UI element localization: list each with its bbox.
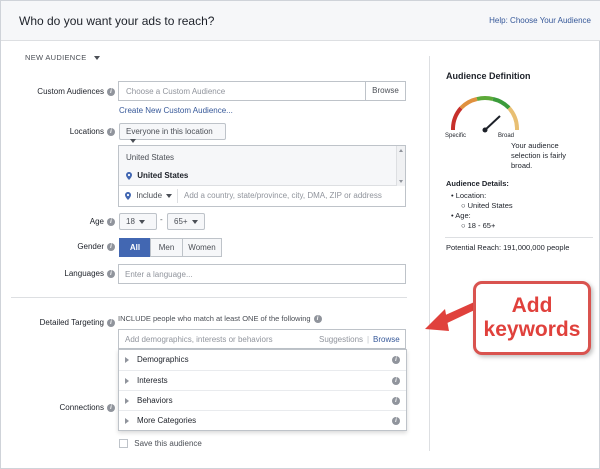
- section-divider: [11, 297, 407, 298]
- chevron-down-icon: [191, 219, 198, 224]
- detail-age-value: ○ 18 - 65+: [461, 221, 496, 230]
- column-divider: [429, 56, 430, 451]
- definition-description: Your audience selection is fairly broad.: [511, 141, 567, 170]
- info-icon[interactable]: i: [107, 242, 115, 251]
- age-max-dropdown[interactable]: 65+: [167, 213, 205, 230]
- panel-header: Who do you want your ads to reach? Help:…: [1, 1, 600, 41]
- caret-right-icon: [125, 357, 129, 363]
- info-icon[interactable]: i: [107, 403, 115, 412]
- gender-women-button[interactable]: Women: [182, 238, 222, 257]
- include-divider: [177, 189, 178, 203]
- detailed-targeting-input[interactable]: Add demographics, interests or behaviors…: [118, 329, 406, 349]
- suggestions-link[interactable]: Suggestions: [319, 335, 363, 344]
- caret-right-icon: [125, 378, 129, 384]
- detail-age: • Age:: [451, 211, 471, 220]
- location-scrollbar[interactable]: [396, 146, 405, 186]
- info-icon[interactable]: i: [392, 356, 400, 364]
- category-more[interactable]: More Categories i: [119, 410, 406, 430]
- include-rule-text: INCLUDE people who match at least ONE of…: [118, 314, 322, 324]
- info-icon[interactable]: i: [392, 377, 400, 385]
- age-label: Age i: [5, 217, 115, 226]
- checkbox-icon[interactable]: [119, 439, 128, 449]
- custom-audiences-label: Custom Audiences i: [5, 87, 115, 96]
- location-type-dropdown[interactable]: Everyone in this location: [119, 123, 226, 143]
- detail-location-value: ○ United States: [461, 201, 513, 210]
- detailed-targeting-browse-link[interactable]: Browse: [373, 335, 400, 344]
- location-search-input[interactable]: Add a country, state/province, city, DMA…: [184, 191, 382, 200]
- info-icon[interactable]: i: [107, 269, 115, 278]
- callout-line-1: Add: [511, 294, 553, 317]
- chevron-down-icon: [138, 219, 145, 224]
- info-icon[interactable]: i: [107, 87, 115, 96]
- location-country-header: United States: [126, 153, 175, 162]
- language-input[interactable]: Enter a language...: [118, 264, 406, 284]
- audience-details-list: • Location: ○ United States • Age: ○ 18 …: [451, 191, 513, 231]
- scroll-down-icon[interactable]: [399, 180, 403, 183]
- info-icon[interactable]: i: [107, 127, 115, 136]
- info-icon[interactable]: i: [107, 217, 115, 226]
- scroll-up-icon[interactable]: [399, 149, 403, 152]
- chevron-down-icon: [166, 193, 173, 198]
- detailed-targeting-label: Detailed Targeting i: [5, 318, 115, 327]
- location-list: United States United States: [119, 146, 396, 186]
- caret-right-icon: [125, 418, 129, 424]
- map-pin-icon: [126, 171, 132, 180]
- gauge-broad-label: Broad: [498, 133, 515, 139]
- chevron-down-icon: [130, 138, 136, 143]
- languages-label: Languages i: [5, 269, 115, 278]
- save-audience-checkbox[interactable]: Save this audience: [119, 439, 202, 449]
- new-audience-menu[interactable]: NEW AUDIENCE: [25, 53, 100, 62]
- include-dropdown[interactable]: Include: [125, 191, 173, 200]
- location-box: United States United States Include Add …: [118, 145, 406, 207]
- gender-label: Gender i: [5, 242, 115, 251]
- gender-all-button[interactable]: All: [119, 238, 151, 257]
- age-min-dropdown[interactable]: 18: [119, 213, 157, 230]
- category-behaviors[interactable]: Behaviors i: [119, 390, 406, 410]
- custom-audience-input[interactable]: Choose a Custom Audience Browse: [118, 81, 406, 101]
- new-audience-label: NEW AUDIENCE: [25, 53, 87, 62]
- potential-reach: Potential Reach: 191,000,000 people: [446, 243, 570, 252]
- add-keywords-callout: Add keywords: [473, 281, 591, 355]
- page-title: Who do you want your ads to reach?: [19, 14, 215, 28]
- detail-location: • Location:: [451, 191, 487, 200]
- map-pin-icon: [125, 191, 131, 200]
- custom-audience-browse-button[interactable]: Browse: [365, 82, 405, 100]
- caret-right-icon: [125, 398, 129, 404]
- audience-details-title: Audience Details:: [446, 179, 509, 188]
- definition-title: Audience Definition: [446, 71, 531, 81]
- definition-divider: [445, 237, 593, 238]
- age-dash: -: [160, 215, 163, 224]
- link-separator: |: [367, 335, 370, 344]
- location-selected-item[interactable]: United States: [126, 171, 188, 180]
- info-icon[interactable]: i: [392, 417, 400, 425]
- gauge-specific-label: Specific: [445, 133, 467, 139]
- connections-label: Connections i: [5, 403, 115, 412]
- info-icon[interactable]: i: [107, 318, 115, 327]
- info-icon[interactable]: i: [313, 315, 322, 324]
- callout-line-2: keywords: [483, 318, 581, 341]
- create-custom-audience-link[interactable]: Create New Custom Audience...: [119, 106, 233, 115]
- gender-men-button[interactable]: Men: [150, 238, 183, 257]
- category-interests[interactable]: Interests i: [119, 370, 406, 390]
- info-icon[interactable]: i: [392, 397, 400, 405]
- locations-label: Locations i: [5, 127, 115, 136]
- custom-audience-placeholder: Choose a Custom Audience: [126, 87, 226, 96]
- help-link[interactable]: Help: Choose Your Audience: [489, 16, 591, 25]
- chevron-down-icon: [93, 56, 100, 61]
- audience-panel: Who do you want your ads to reach? Help:…: [0, 0, 600, 469]
- category-demographics[interactable]: Demographics i: [119, 350, 406, 370]
- audience-gauge-icon: [451, 95, 519, 133]
